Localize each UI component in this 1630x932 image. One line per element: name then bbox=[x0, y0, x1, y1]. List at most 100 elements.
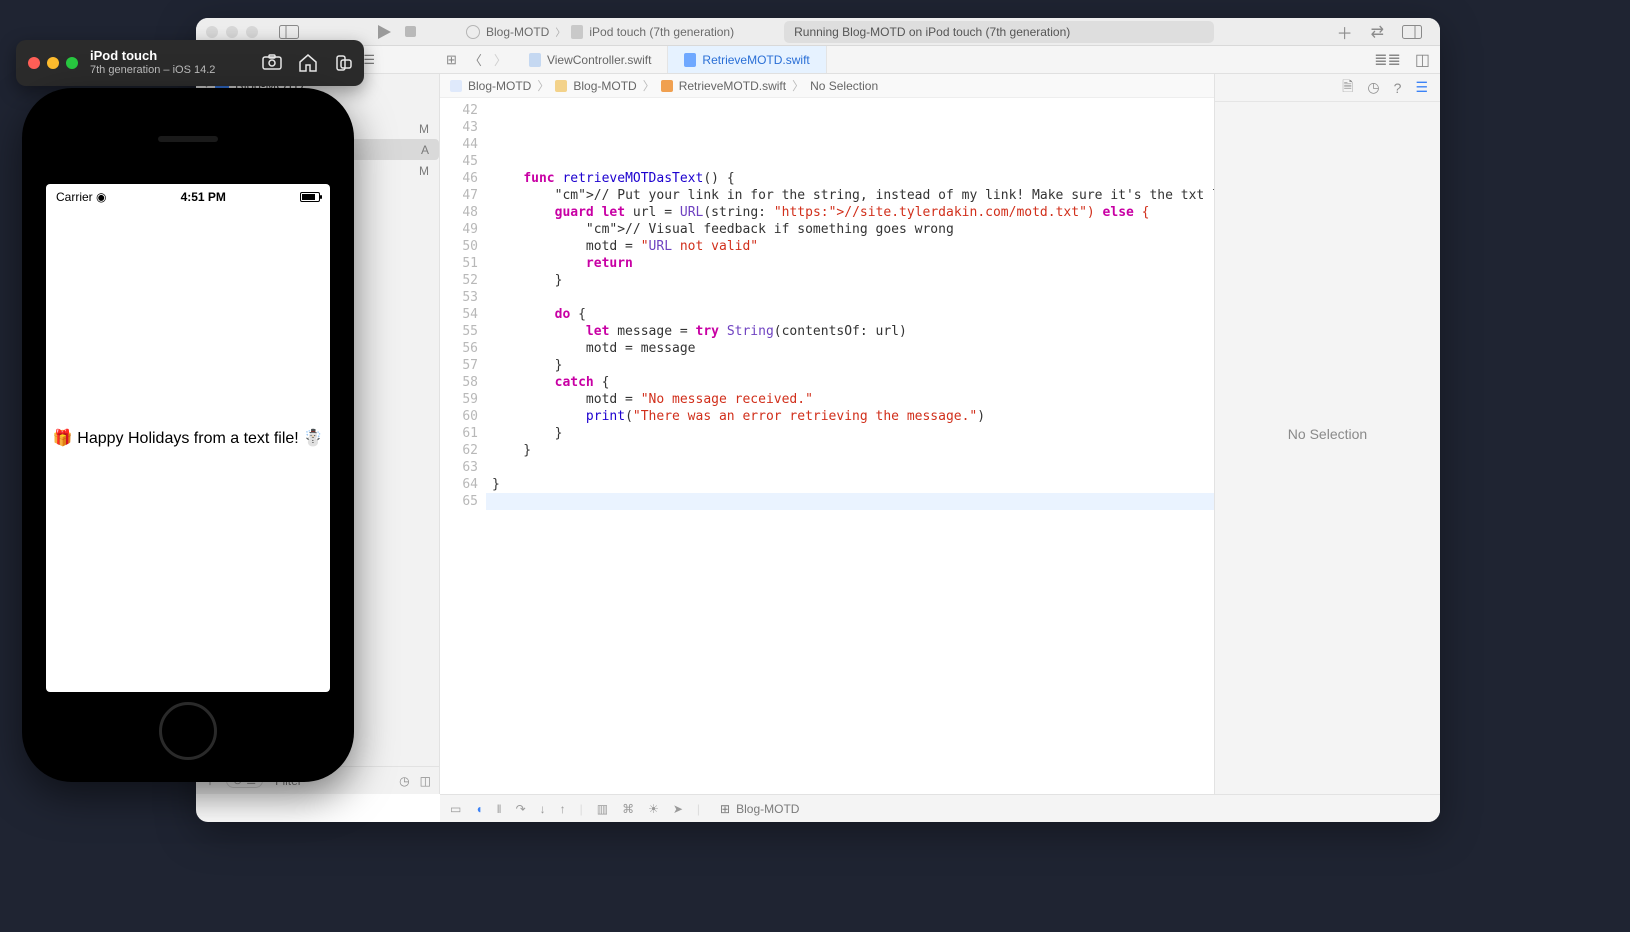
source-editor[interactable]: 4243444546474849505152535455565758596061… bbox=[440, 98, 1214, 794]
related-items-icon[interactable]: ⊞ bbox=[446, 52, 457, 68]
close-dot[interactable] bbox=[28, 57, 40, 69]
xcode-window: Blog-MOTD 〉 iPod touch (7th generation) … bbox=[196, 18, 1440, 822]
editor-history: ⊞ 〈 〉 bbox=[440, 50, 513, 69]
sim-device-subtitle: 7th generation – iOS 14.2 bbox=[90, 63, 215, 77]
screenshot-icon[interactable] bbox=[262, 54, 282, 72]
zoom-dot[interactable] bbox=[246, 26, 258, 38]
device-icon bbox=[571, 25, 583, 39]
app-icon-placeholder bbox=[466, 25, 480, 39]
chevron-right-icon: 〉 bbox=[792, 77, 804, 94]
toggle-inspector-icon[interactable] bbox=[1402, 25, 1422, 39]
home-icon[interactable] bbox=[298, 54, 318, 72]
code-area[interactable]: func retrieveMOTDasText() { "cm">// Put … bbox=[486, 98, 1214, 794]
assistant-icon[interactable]: ◫ bbox=[1415, 50, 1430, 70]
inspector-panel: 🗎 ◷ ? ☰ No Selection bbox=[1214, 74, 1440, 794]
file-inspector-icon[interactable]: 🗎 bbox=[1342, 76, 1353, 100]
scm-filter-icon[interactable]: ◫ bbox=[420, 774, 431, 788]
sim-title-block: iPod touch 7th generation – iOS 14.2 bbox=[90, 49, 215, 77]
pause-icon[interactable]: ‖ bbox=[497, 802, 502, 816]
editor-tabs: ViewController.swift RetrieveMOTD.swift bbox=[513, 46, 827, 73]
line-gutter: 4243444546474849505152535455565758596061… bbox=[440, 98, 486, 794]
sim-toolbar-actions bbox=[262, 54, 352, 72]
minimize-dot[interactable] bbox=[47, 57, 59, 69]
scm-status: A bbox=[421, 143, 429, 157]
activity-status: Running Blog-MOTD on iPod touch (7th gen… bbox=[784, 21, 1214, 43]
minimize-dot[interactable] bbox=[226, 26, 238, 38]
toggle-debug-area-icon[interactable]: ▭ bbox=[450, 802, 461, 816]
toolbar-right: ＋ ⇄ bbox=[1337, 20, 1430, 44]
carrier-label: Carrier ◉ bbox=[56, 190, 107, 204]
debug-view-icon[interactable]: ▥ bbox=[597, 802, 608, 816]
scm-status: M bbox=[419, 164, 429, 178]
crumb: No Selection bbox=[810, 79, 878, 93]
home-button[interactable] bbox=[159, 702, 217, 760]
tab-label: ViewController.swift bbox=[547, 53, 651, 67]
tab-viewcontroller[interactable]: ViewController.swift bbox=[513, 46, 668, 73]
zoom-dot[interactable] bbox=[66, 57, 78, 69]
editor-display-options: ≣≣ ◫ bbox=[1374, 50, 1440, 70]
swift-file-icon bbox=[529, 53, 541, 67]
memory-graph-icon[interactable]: ⌘ bbox=[622, 802, 634, 816]
xcode-titlebar: Blog-MOTD 〉 iPod touch (7th generation) … bbox=[196, 18, 1440, 46]
motd-label: 🎁 Happy Holidays from a text file! ☃️ bbox=[46, 428, 330, 448]
step-out-icon[interactable]: ↑ bbox=[560, 802, 566, 816]
rotate-icon[interactable] bbox=[334, 54, 352, 72]
swift-file-icon bbox=[661, 80, 673, 92]
history-inspector-icon[interactable]: ◷ bbox=[1367, 79, 1379, 96]
location-icon[interactable]: ➤ bbox=[673, 802, 683, 816]
crumb: Blog-MOTD bbox=[468, 79, 531, 93]
recent-icon[interactable]: ◷ bbox=[399, 774, 409, 788]
close-dot[interactable] bbox=[206, 26, 218, 38]
scheme-project: Blog-MOTD bbox=[486, 25, 549, 39]
inspector-placeholder: No Selection bbox=[1288, 426, 1367, 442]
jump-bar[interactable]: Blog-MOTD 〉 Blog-MOTD 〉 RetrieveMOTD.swi… bbox=[440, 74, 1214, 98]
sim-traffic-lights bbox=[28, 57, 78, 69]
env-overrides-icon[interactable]: ☀︎ bbox=[648, 802, 659, 816]
chevron-right-icon: 〉 bbox=[643, 77, 655, 94]
scheme-device: iPod touch (7th generation) bbox=[589, 25, 734, 39]
debug-bar: ▭ ◖ ‖ ↷ ↓ ↑ | ▥ ⌘ ☀︎ ➤ | ⊞ Blog-MOTD bbox=[440, 794, 1440, 822]
target-icon: ⊞ bbox=[720, 802, 730, 816]
simulator-screen[interactable]: Carrier ◉ 4:51 PM 🎁 Happy Holidays from … bbox=[46, 184, 330, 692]
inspector-tabs: 🗎 ◷ ? ☰ bbox=[1215, 74, 1440, 102]
navigator-tab-toolbar: ▦ ⎇ 🏷 ⚠︎ ◇ ☰ ◧ ☰ ⊞ 〈 〉 ViewController.sw… bbox=[196, 46, 1440, 74]
crumb: Blog-MOTD bbox=[573, 79, 636, 93]
ios-status-bar: Carrier ◉ 4:51 PM bbox=[46, 184, 330, 204]
library-plus-icon[interactable]: ＋ bbox=[1337, 20, 1353, 44]
forward-icon[interactable]: 〉 bbox=[494, 50, 507, 69]
debug-target-name: Blog-MOTD bbox=[736, 802, 799, 816]
report-nav-icon[interactable]: ☰ bbox=[363, 52, 375, 68]
run-button[interactable] bbox=[378, 25, 391, 39]
help-inspector-icon[interactable]: ? bbox=[1394, 80, 1402, 96]
crumb: RetrieveMOTD.swift bbox=[679, 79, 786, 93]
step-over-icon[interactable]: ↷ bbox=[516, 802, 526, 816]
window-traffic-lights bbox=[206, 26, 258, 38]
battery-icon bbox=[300, 192, 320, 202]
stop-button[interactable] bbox=[405, 26, 416, 37]
chevron-right-icon: 〉 bbox=[555, 24, 565, 39]
project-icon bbox=[450, 80, 462, 92]
chevron-right-icon: 〉 bbox=[537, 77, 549, 94]
tab-retrievemotd[interactable]: RetrieveMOTD.swift bbox=[668, 46, 826, 73]
scm-status: M bbox=[419, 122, 429, 136]
minimap-icon[interactable]: ≣≣ bbox=[1374, 50, 1401, 70]
sim-device-name: iPod touch bbox=[90, 49, 215, 63]
wifi-icon: ◉ bbox=[96, 190, 106, 204]
back-icon[interactable]: 〈 bbox=[469, 50, 482, 69]
step-into-icon[interactable]: ↓ bbox=[540, 802, 546, 816]
earpiece bbox=[158, 136, 218, 142]
toggle-navigator-icon[interactable] bbox=[276, 23, 302, 41]
swift-file-icon bbox=[684, 53, 696, 67]
folder-icon bbox=[555, 80, 567, 92]
breakpoints-icon[interactable]: ◖ bbox=[475, 802, 482, 816]
activity-status-text: Running Blog-MOTD on iPod touch (7th gen… bbox=[794, 25, 1070, 39]
simulator-titlebar: iPod touch 7th generation – iOS 14.2 bbox=[16, 40, 364, 86]
scheme-selector[interactable]: Blog-MOTD 〉 iPod touch (7th generation) bbox=[466, 24, 734, 39]
simulator-device: Carrier ◉ 4:51 PM 🎁 Happy Holidays from … bbox=[22, 88, 354, 782]
toolbar-center: Blog-MOTD 〉 iPod touch (7th generation) … bbox=[378, 21, 1329, 43]
attributes-inspector-icon[interactable]: ☰ bbox=[1415, 79, 1428, 96]
tab-label: RetrieveMOTD.swift bbox=[702, 53, 809, 67]
clock: 4:51 PM bbox=[181, 190, 226, 204]
debug-target[interactable]: ⊞ Blog-MOTD bbox=[720, 802, 799, 816]
code-review-icon[interactable]: ⇄ bbox=[1371, 22, 1384, 42]
